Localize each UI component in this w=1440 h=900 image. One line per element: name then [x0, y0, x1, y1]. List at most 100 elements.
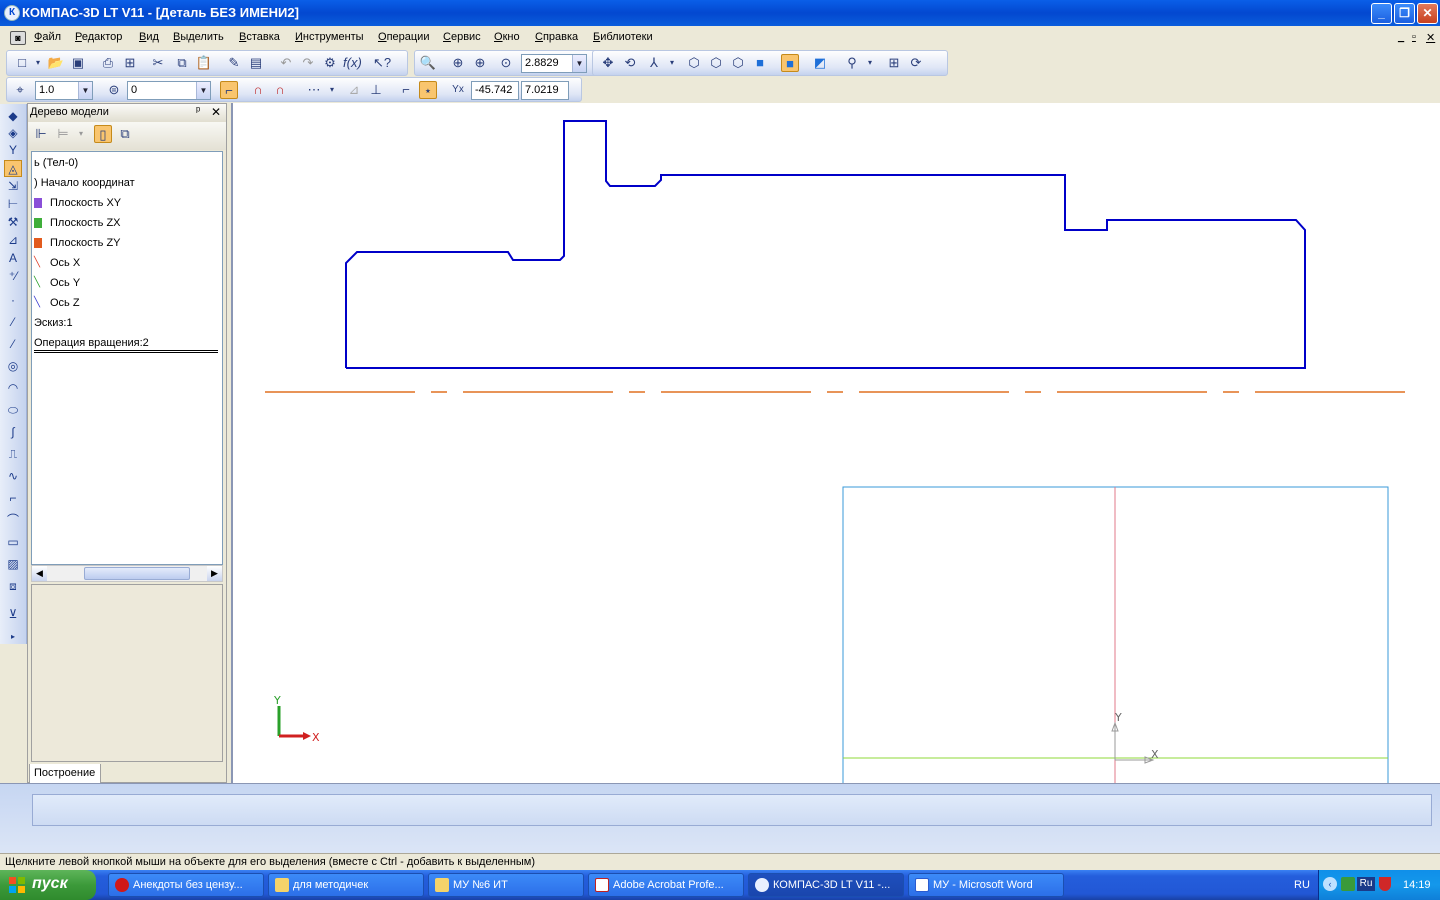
tree-horizontal-scrollbar[interactable]: ◀ ▶ — [31, 565, 223, 582]
minimize-button[interactable]: _ — [1371, 3, 1392, 24]
rotate-icon[interactable]: ⟲ — [621, 54, 639, 72]
layers-icon[interactable]: ⊜ — [105, 81, 123, 99]
start-button[interactable]: пуск — [0, 870, 96, 900]
open-icon[interactable]: 📂 — [47, 54, 65, 72]
step-icon[interactable]: ⌖ — [11, 81, 29, 99]
tree-item-axis-y[interactable]: ╲ Ось Y — [34, 277, 80, 293]
tree-item-axis-z[interactable]: ╲ Ось Z — [34, 297, 80, 313]
menu-insert[interactable]: Вставка — [239, 31, 280, 43]
print-icon[interactable]: ⊞ — [121, 54, 139, 72]
pan-icon[interactable]: ✥ — [599, 54, 617, 72]
hatch-icon[interactable]: ▨ — [4, 556, 22, 573]
manager-icon[interactable]: ▤ — [247, 54, 265, 72]
parametrization-icon[interactable]: ⁺⁄ — [4, 268, 22, 285]
auto-constraint-icon[interactable]: ⋆ — [419, 81, 437, 99]
filter-dropdown-icon[interactable]: ▾ — [861, 54, 879, 72]
local-snap-icon[interactable]: ∩ — [271, 81, 289, 99]
grid-dropdown-icon[interactable]: ▾ — [323, 81, 341, 99]
bezier-icon[interactable]: ∿ — [4, 468, 22, 485]
grid-icon[interactable]: ⋯ — [305, 81, 323, 99]
circle-icon[interactable]: ◎ — [4, 358, 22, 375]
coord-x-field[interactable]: -45.742 — [471, 81, 519, 100]
shaded-edges-icon[interactable]: ■ — [781, 54, 799, 72]
hammer-icon[interactable]: ⚒ — [4, 214, 22, 231]
menu-editor[interactable]: Редактор — [75, 31, 122, 43]
properties-icon[interactable]: ✎ — [225, 54, 243, 72]
tray-collapse-icon[interactable]: ‹ — [1323, 877, 1337, 891]
auxiliary-geometry-icon[interactable]: Y — [4, 142, 22, 159]
tree-structure-icon[interactable]: ⊩ — [32, 125, 50, 143]
line-icon[interactable]: ⁄ — [4, 314, 22, 331]
offset-icon[interactable]: ⎍ — [4, 446, 22, 463]
tree-item-origin[interactable]: ) Начало координат — [34, 177, 135, 193]
part-profile[interactable] — [345, 120, 1306, 369]
text-icon[interactable]: A — [4, 250, 22, 267]
task-folder-mu6[interactable]: МУ №6 ИТ — [428, 873, 584, 897]
rebuild-icon[interactable]: ⊞ — [885, 54, 903, 72]
constraints-icon[interactable]: ⊿ — [4, 232, 22, 249]
tray-network-icon[interactable] — [1341, 877, 1355, 891]
edit-details-icon[interactable]: ◆ — [4, 108, 22, 125]
tree-item-sketch[interactable]: Эскиз:1 — [34, 317, 73, 333]
variables-icon[interactable]: ⚙ — [321, 54, 339, 72]
spatial-curves-icon[interactable]: ◈ — [4, 125, 22, 142]
perspective-icon[interactable]: ◩ — [811, 54, 829, 72]
task-word[interactable]: МУ - Microsoft Word — [908, 873, 1064, 897]
filter-icon[interactable]: ⚲ — [843, 54, 861, 72]
sketch-tools-icon[interactable]: ◬ — [4, 160, 22, 177]
doc-minimize-button[interactable]: _ — [1398, 31, 1404, 43]
segment-icon[interactable]: ⁄ — [4, 336, 22, 353]
cut-icon[interactable]: ✂ — [149, 54, 167, 72]
chevron-down-icon[interactable]: ▼ — [572, 55, 586, 72]
project-icon[interactable]: ⊻ — [4, 606, 22, 623]
shaded-icon[interactable]: ■ — [751, 54, 769, 72]
hidden-lines-icon[interactable]: ⬡ — [707, 54, 725, 72]
zoom-scale-combo[interactable]: 2.8829 ▼ — [521, 54, 587, 73]
model-canvas[interactable]: Y X Y X — [231, 103, 1440, 788]
zoom-fit-icon[interactable]: ⊕ — [449, 54, 467, 72]
zoom-in-icon[interactable]: ⊕ — [471, 54, 489, 72]
save-icon[interactable]: ▣ — [69, 54, 87, 72]
chamfer-icon[interactable]: ⌐ — [4, 490, 22, 507]
orientation-icon[interactable]: ⅄ — [645, 54, 663, 72]
close-icon[interactable]: ✕ — [211, 105, 221, 119]
copy-icon[interactable]: ⧉ — [173, 54, 191, 72]
tree-filter-dropdown-icon[interactable]: ▾ — [72, 125, 90, 143]
dimensions-icon[interactable]: ⊢ — [4, 196, 22, 213]
rectangle-icon[interactable]: ▭ — [4, 534, 22, 551]
menu-libraries[interactable]: Библиотеки — [593, 31, 653, 43]
local-cs-icon[interactable]: ⊥ — [367, 81, 385, 99]
refresh-icon[interactable]: ⟳ — [907, 54, 925, 72]
menu-operations[interactable]: Операции — [378, 31, 429, 43]
tree-view-icon[interactable]: ▯ — [94, 125, 112, 143]
context-help-icon[interactable]: ↖? — [373, 54, 391, 72]
language-indicator[interactable]: RU — [1294, 879, 1310, 891]
chevron-down-icon[interactable]: ▼ — [196, 82, 210, 99]
menu-file[interactable]: Файл — [34, 31, 61, 43]
redo-icon[interactable]: ↷ — [299, 54, 317, 72]
tab-construction[interactable]: Построение — [29, 764, 101, 784]
chevron-down-icon[interactable]: ▼ — [78, 82, 92, 99]
zoom-window-icon[interactable]: 🔍 — [419, 54, 437, 72]
scroll-thumb[interactable] — [84, 567, 190, 580]
tree-relations-icon[interactable]: ⧉ — [116, 125, 134, 143]
task-folder-methods[interactable]: для методичек — [268, 873, 424, 897]
ortho-icon[interactable]: ⊿ — [345, 81, 363, 99]
new-dropdown-icon[interactable]: ▾ — [29, 54, 47, 72]
menu-tools[interactable]: Инструменты — [295, 31, 364, 43]
expand-panel-icon[interactable]: ▸ — [4, 628, 22, 645]
orientation-dropdown-icon[interactable]: ▾ — [663, 54, 681, 72]
zoom-scale-icon[interactable]: ⊙ — [497, 54, 515, 72]
cursor-step-combo[interactable]: 1.0 ▼ — [35, 81, 93, 100]
tree-item-body[interactable]: ь (Тел-0) — [34, 157, 78, 173]
spline-icon[interactable]: ∫ — [4, 424, 22, 441]
arc-icon[interactable]: ◠ — [4, 380, 22, 397]
close-button[interactable]: ✕ — [1417, 3, 1438, 24]
paste-icon[interactable]: 📋 — [195, 54, 213, 72]
snap-magnet-icon[interactable]: ∩ — [249, 81, 267, 99]
menu-select[interactable]: Выделить — [173, 31, 224, 43]
task-kompas[interactable]: КОМПАС-3D LT V11 -... — [748, 873, 904, 897]
menu-service[interactable]: Сервис — [443, 31, 481, 43]
print-preview-icon[interactable]: ⎙ — [99, 54, 117, 72]
tree-filter-icon[interactable]: ⊨ — [54, 125, 72, 143]
